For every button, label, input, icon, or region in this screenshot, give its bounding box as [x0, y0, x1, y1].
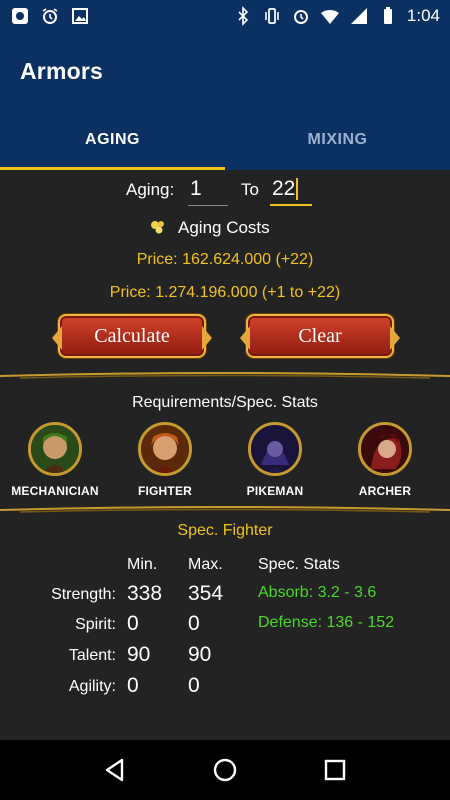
spec-title: Spec. Fighter: [177, 522, 273, 539]
stat-label: Talent:: [68, 647, 116, 664]
aging-range-row: Aging: 1 To 22: [0, 174, 450, 210]
tab-aging[interactable]: AGING: [0, 110, 225, 170]
pikeman-portrait-icon: [248, 422, 302, 476]
bluetooth-icon: [233, 6, 253, 26]
aging-from-input[interactable]: 1: [188, 174, 228, 206]
stat-min: 0: [127, 674, 139, 697]
button-ornament: [202, 326, 212, 350]
tab-bar: AGING MIXING: [0, 110, 450, 170]
stat-min: 338: [127, 582, 163, 605]
status-time: 1:04: [406, 6, 440, 25]
back-button[interactable]: [93, 748, 137, 792]
class-fighter[interactable]: FIGHTER: [115, 422, 215, 498]
status-bar: 1:04: [0, 0, 450, 32]
aging-to-value: 22: [272, 177, 296, 200]
stat-label: Agility:: [68, 678, 116, 695]
app-title: Armors: [20, 57, 104, 84]
button-ornament: [52, 326, 62, 350]
aging-costs-label: Aging Costs: [178, 218, 270, 237]
section-divider: [0, 372, 450, 380]
tab-mixing[interactable]: MIXING: [225, 110, 450, 170]
stat-row-spirit: Spirit: 0 0 Defense: 136 - 152: [0, 610, 450, 640]
max-header: Max.: [188, 556, 223, 573]
calculate-button-label: Calculate: [94, 324, 170, 347]
archer-portrait-icon: [358, 422, 412, 476]
coin-icon: [148, 217, 168, 237]
class-mechanician[interactable]: MECHANICIAN: [5, 422, 105, 498]
text-caret: [296, 178, 299, 201]
stat-max: 0: [188, 612, 200, 635]
aging-costs-row: Aging Costs: [0, 216, 450, 240]
min-header: Min.: [127, 556, 158, 573]
price-total: Price: 1.274.196.000 (+1 to +22): [109, 284, 341, 301]
price-single: Price: 162.624.000 (+22): [136, 251, 314, 268]
alarm-icon: [40, 6, 60, 26]
stat-label: Spirit:: [75, 616, 116, 633]
app-bar: Armors: [0, 32, 450, 110]
spec-stat: Defense: 136 - 152: [258, 614, 395, 631]
class-name: ARCHER: [358, 484, 412, 498]
requirements-title: Requirements/Spec. Stats: [132, 394, 318, 411]
clear-button-label: Clear: [298, 324, 342, 347]
home-button[interactable]: [203, 748, 247, 792]
alarm-icon: [291, 6, 311, 26]
signal-icon: [349, 6, 369, 26]
class-name: FIGHTER: [137, 484, 193, 498]
mechanician-portrait-icon: [28, 422, 82, 476]
stat-max: 90: [188, 643, 212, 666]
tab-mixing-label: MIXING: [307, 131, 368, 148]
class-archer[interactable]: ARCHER: [335, 422, 435, 498]
home-icon: [213, 758, 237, 782]
aging-to-input[interactable]: 22: [270, 174, 312, 206]
aging-content: Aging: 1 To 22 Aging Costs Price: 162.62…: [0, 170, 450, 740]
stat-max: 0: [188, 674, 200, 697]
navigation-bar: [0, 740, 450, 800]
aging-from-value: 1: [190, 177, 202, 200]
spec-stats-header: Spec. Stats: [258, 556, 340, 573]
class-name: MECHANICIAN: [11, 484, 99, 498]
back-icon: [105, 758, 124, 782]
vibrate-icon: [262, 6, 282, 26]
recents-icon: [324, 759, 346, 781]
button-ornament: [240, 326, 250, 350]
class-list: MECHANICIAN FIGHTER PIKEMAN ARCHER: [0, 422, 450, 502]
image-icon: [70, 6, 90, 26]
stat-row-talent: Talent: 90 90: [0, 641, 450, 671]
app-notification-icon: [10, 6, 30, 26]
recents-button[interactable]: [313, 748, 357, 792]
aging-to-label: To: [241, 180, 259, 199]
stat-max: 354: [188, 582, 224, 605]
class-name: PIKEMAN: [246, 484, 304, 498]
spec-stats-table: Min. Max. Spec. Stats Strength: 338 354 …: [0, 550, 450, 710]
battery-icon: [378, 6, 398, 26]
button-ornament: [390, 326, 400, 350]
stat-row-agility: Agility: 0 0: [0, 672, 450, 702]
tab-aging-label: AGING: [85, 131, 140, 148]
fighter-portrait-icon: [138, 422, 192, 476]
stat-min: 0: [127, 612, 139, 635]
stat-label: Strength:: [51, 586, 116, 603]
stat-min: 90: [127, 643, 151, 666]
clear-button[interactable]: Clear: [240, 314, 400, 358]
stat-row-strength: Strength: 338 354 Absorb: 3.2 - 3.6: [0, 580, 450, 610]
section-divider: [0, 506, 450, 514]
spec-stat: Absorb: 3.2 - 3.6: [258, 584, 377, 601]
class-pikeman[interactable]: PIKEMAN: [225, 422, 325, 498]
calculate-button[interactable]: Calculate: [52, 314, 212, 358]
aging-from-label: Aging:: [126, 180, 175, 199]
wifi-icon: [320, 6, 340, 26]
